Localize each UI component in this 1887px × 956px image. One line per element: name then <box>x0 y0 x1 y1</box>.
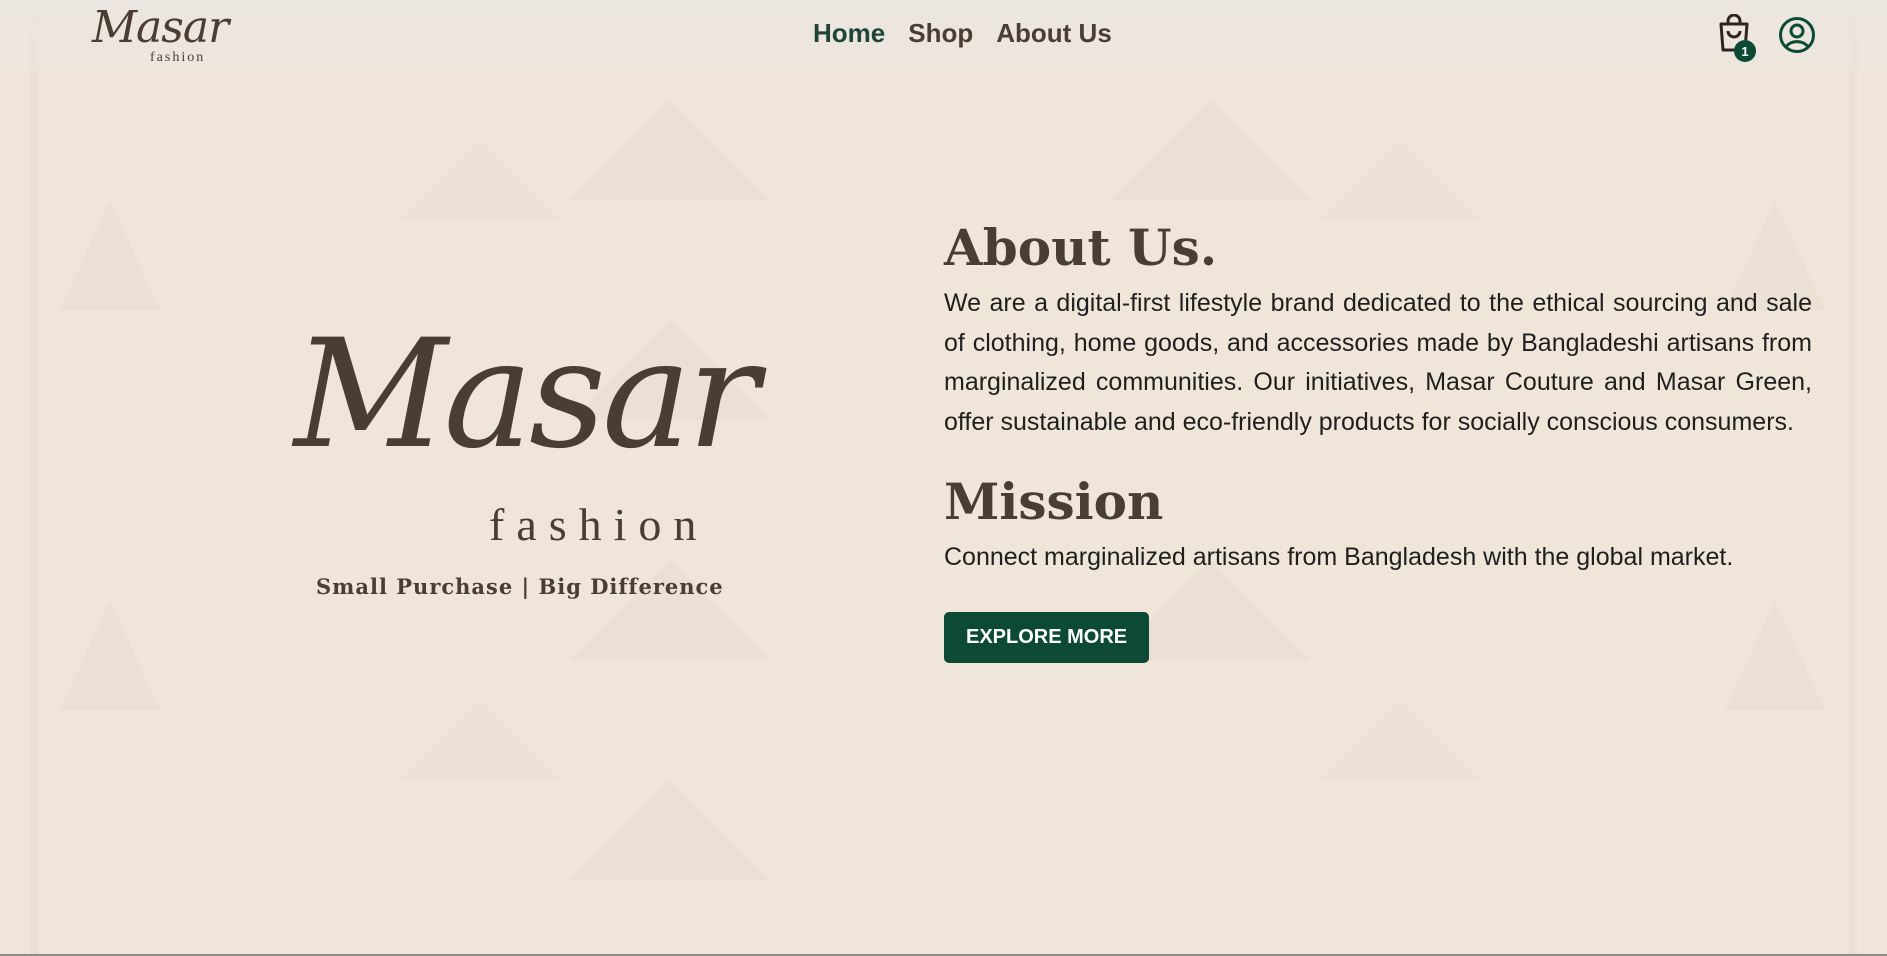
brand-tagline: Small Purchase | Big Difference <box>316 574 724 599</box>
nav-home-link[interactable]: Home <box>813 18 885 49</box>
cart-count-badge: 1 <box>1734 40 1756 62</box>
nav-shop-link[interactable]: Shop <box>908 18 973 49</box>
account-button[interactable] <box>1778 16 1816 54</box>
about-title: About Us. <box>944 218 1218 277</box>
main-nav: Home Shop About Us <box>813 18 1112 49</box>
explore-more-button[interactable]: EXPLORE MORE <box>944 611 1150 663</box>
header-logo[interactable]: Masar fashion <box>92 2 229 68</box>
user-circle-icon <box>1779 17 1815 53</box>
nav-about-link[interactable]: About Us <box>996 18 1112 49</box>
mission-body: Connect marginalized artisans from Bangl… <box>944 543 1734 571</box>
brand-logo-script: Masar <box>294 308 759 482</box>
about-body: We are a digital-first lifestyle brand d… <box>944 289 1812 436</box>
brand-logo-subtitle: fashion <box>489 499 709 550</box>
mission-title: Mission <box>944 472 1164 531</box>
header-logo-subtitle: fashion <box>150 50 206 65</box>
header-logo-script: Masar <box>92 2 229 53</box>
about-section: About Us. We are a digital-first lifesty… <box>944 218 1812 663</box>
page: Masar fashion Home Shop About Us 1 Masar… <box>0 0 1887 956</box>
cart-button[interactable]: 1 <box>1716 13 1756 64</box>
brand-logo: Masar fashion <box>294 320 759 560</box>
